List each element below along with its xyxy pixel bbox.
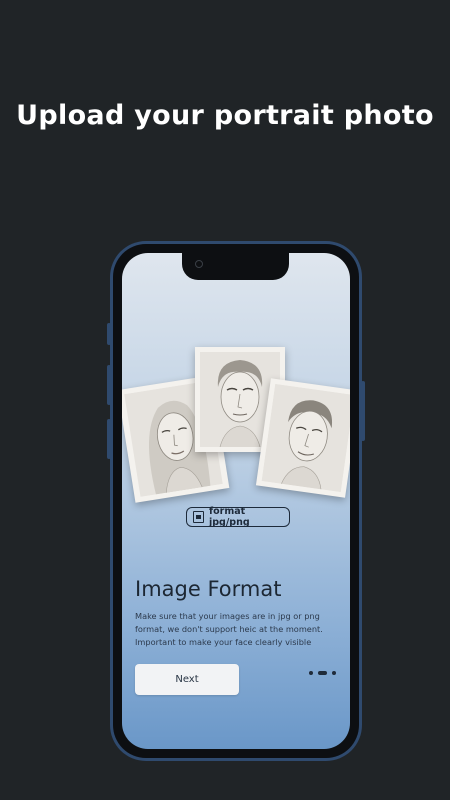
- page-indicator: [309, 671, 336, 675]
- phone-button: [361, 381, 365, 441]
- image-file-icon: [193, 511, 204, 523]
- phone-button: [107, 419, 111, 459]
- description-text: Make sure that your images are in jpg or…: [135, 611, 323, 647]
- page-title: Image Format: [135, 577, 282, 601]
- portrait-sketch-image: [261, 383, 350, 493]
- format-badge-label: format jpg/png: [208, 506, 250, 528]
- phone-button: [107, 365, 111, 405]
- portrait-card-man-right: [255, 378, 350, 498]
- phone-button: [107, 323, 111, 345]
- format-badge: format jpg/png: [186, 506, 290, 528]
- camera-icon: [195, 260, 203, 268]
- page-indicator-dot: [332, 671, 336, 675]
- app-screen: format jpg/png Image Format Make sure th…: [122, 253, 350, 749]
- page-indicator-dot-active: [318, 671, 327, 675]
- headline: Upload your portrait photo: [16, 100, 434, 131]
- next-button[interactable]: Next: [135, 664, 239, 695]
- phone-notch: [182, 253, 289, 280]
- page-indicator-dot: [309, 671, 313, 675]
- phone-mockup: format jpg/png Image Format Make sure th…: [107, 241, 365, 761]
